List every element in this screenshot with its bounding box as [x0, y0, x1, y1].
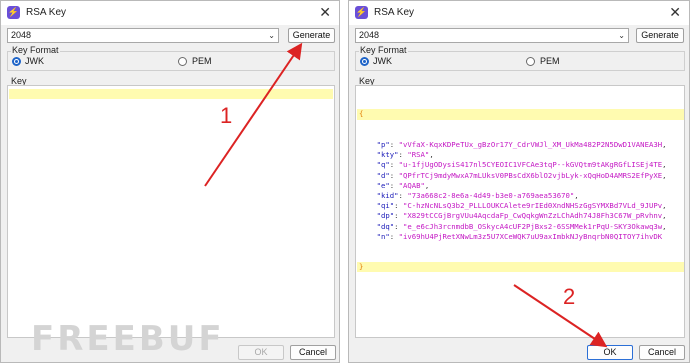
annotation-arrows	[204, 42, 608, 348]
step-1-label: 1	[220, 103, 233, 128]
step-2-label: 2	[563, 284, 576, 309]
arrow-to-ok-button	[513, 284, 608, 348]
